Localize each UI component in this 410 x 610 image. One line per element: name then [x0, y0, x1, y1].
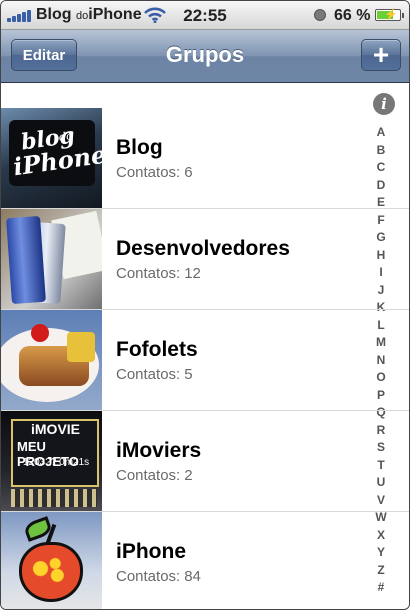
contacts-label: Contatos:: [116, 366, 181, 383]
carrier-name: Blog doiPhone: [36, 6, 142, 24]
group-thumbnail: [1, 310, 102, 410]
battery-tip: [402, 13, 404, 18]
contacts-label: Contatos:: [116, 265, 181, 282]
navigation-bar: Editar Grupos +: [1, 30, 409, 83]
group-contacts: Contatos: 12: [116, 265, 201, 282]
phone-screen: Blog doiPhone 22:55 66 % ⚡ Editar Grupos…: [0, 0, 410, 610]
battery-charging-icon: ⚡: [375, 9, 404, 21]
thumb-can: [6, 215, 46, 305]
status-bar: Blog doiPhone 22:55 66 % ⚡: [1, 1, 409, 30]
group-row-imoviers[interactable]: iMOVIE MEU PROJETO 1203?? 0m21s iMoviers…: [1, 411, 409, 512]
contacts-count: 2: [184, 467, 193, 484]
group-contacts: Contatos: 6: [116, 164, 193, 181]
thumb-jar: [67, 332, 95, 362]
group-name: iMoviers: [116, 439, 202, 462]
contacts-count: 84: [184, 568, 201, 585]
contacts-label: Contatos:: [116, 467, 181, 484]
contacts-count: 12: [184, 265, 201, 282]
lightning-bolt-icon: ⚡: [384, 9, 398, 21]
group-contacts: Contatos: 5: [116, 366, 193, 383]
group-thumbnail: [1, 512, 102, 609]
signal-bars-icon: [7, 10, 33, 22]
group-thumbnail: [1, 209, 102, 309]
contacts-label: Contatos:: [116, 568, 181, 585]
battery-percent: 66 %: [334, 7, 371, 24]
group-row-iphone[interactable]: iPhone Contatos: 84: [1, 512, 409, 609]
thumb-text-duration: 1203?? 0m21s: [23, 457, 90, 468]
group-thumbnail: blog do iPhone: [1, 108, 102, 208]
group-name: Desenvolvedores: [116, 237, 290, 260]
thumb-apple: [19, 542, 83, 602]
groups-list: blog do iPhone Blog Contatos: 6 Desenvolv…: [1, 108, 409, 609]
group-name: iPhone: [116, 540, 187, 563]
group-name: Fofolets: [116, 338, 198, 361]
group-row-desenvolvedores[interactable]: Desenvolvedores Contatos: 12: [1, 209, 409, 310]
group-row-fofolets[interactable]: Fofolets Contatos: 5: [1, 310, 409, 411]
thumb-text-do: do: [58, 129, 74, 144]
carrier-name-end: iPhone: [88, 6, 142, 23]
contacts-count: 5: [184, 366, 193, 383]
contacts-label: Contatos:: [116, 164, 181, 181]
thumb-text-imovie: iMOVIE: [31, 421, 81, 437]
group-contacts: Contatos: 2: [116, 467, 193, 484]
contacts-count: 6: [184, 164, 193, 181]
group-contacts: Contatos: 84: [116, 568, 201, 585]
carrier-name-main: Blog: [36, 6, 72, 23]
add-group-button[interactable]: +: [361, 39, 401, 71]
group-row-blog[interactable]: blog do iPhone Blog Contatos: 6: [1, 108, 409, 209]
carrier-name-small: do: [76, 10, 89, 22]
page-title: Grupos: [165, 42, 245, 67]
thumb-bulbs: [11, 489, 97, 507]
group-name: Blog: [116, 136, 163, 159]
orientation-lock-icon: [314, 9, 326, 21]
group-thumbnail: iMOVIE MEU PROJETO 1203?? 0m21s: [1, 411, 102, 511]
thumb-cherry: [31, 324, 49, 342]
wifi-icon: [144, 7, 166, 23]
